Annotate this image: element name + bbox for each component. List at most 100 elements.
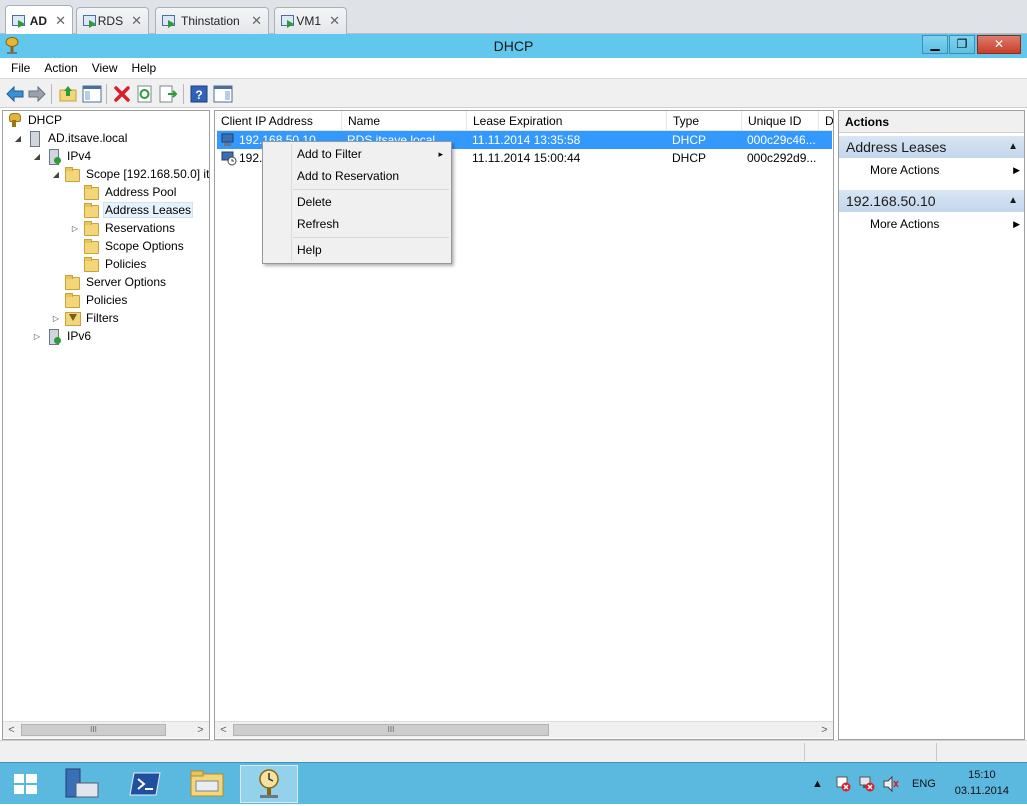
file-explorer-icon (190, 770, 224, 797)
vm-tab-label: AD (29, 13, 48, 28)
tree-node-address-pool[interactable]: Address Pool (83, 183, 178, 201)
tree-node-scope-policies[interactable]: Policies (83, 255, 148, 273)
server-manager-icon (65, 768, 99, 798)
action-center-icon[interactable] (834, 775, 852, 793)
tree-node-label: Server Options (86, 275, 167, 289)
minimize-button[interactable]: ▁ (922, 35, 948, 54)
powershell-taskbar-button[interactable] (116, 765, 174, 803)
cell-uid: 000c292d9... (747, 151, 817, 165)
dhcp-icon (6, 112, 22, 128)
tree-node-reservations[interactable]: ▷ Reservations (70, 219, 177, 237)
tree-node-policies[interactable]: Policies (64, 291, 129, 309)
folder-icon (83, 256, 99, 272)
vm-icon (281, 14, 295, 28)
help-icon[interactable]: ? (188, 83, 210, 105)
list-horizontal-scrollbar[interactable]: < III > (215, 721, 833, 738)
back-arrow-icon[interactable] (4, 83, 26, 105)
maximize-button[interactable]: ❐ (949, 35, 975, 54)
server-manager-taskbar-button[interactable] (54, 765, 112, 803)
menu-item-delete[interactable]: Delete (297, 192, 447, 212)
collapse-section-icon[interactable]: ▲ (1008, 136, 1018, 158)
collapse-icon[interactable]: ◢ (51, 170, 61, 179)
menu-item-refresh[interactable]: Refresh (297, 214, 447, 234)
vm-tab-rds[interactable]: RDS ✕ (76, 7, 149, 34)
vm-tab-thinstation[interactable]: Thinstation ✕ (155, 7, 269, 34)
tree-node-address-leases[interactable]: Address Leases (83, 201, 194, 219)
forward-arrow-icon[interactable] (26, 83, 48, 105)
dhcp-taskbar-button[interactable] (240, 765, 298, 803)
action-pane-icon[interactable] (212, 83, 234, 105)
console-tree[interactable]: DHCP ◢ AD.itsave.local ◢ IPv4 ◢ Scope [1… (2, 110, 210, 740)
actions-section-selected-lease[interactable]: 192.168.50.10 ▲ (839, 190, 1024, 212)
scroll-right-icon[interactable]: > (816, 722, 833, 738)
close-tab-icon[interactable]: ✕ (131, 13, 142, 29)
cell-type: DHCP (672, 133, 707, 147)
tree-node-server[interactable]: ◢ AD.itsave.local (13, 129, 129, 147)
folder-icon (64, 292, 80, 308)
file-explorer-taskbar-button[interactable] (178, 765, 236, 803)
export-list-icon[interactable] (157, 83, 179, 105)
show-hidden-icons-button[interactable]: ▲ (812, 763, 823, 805)
tree-node-filters[interactable]: ▷ Filters (51, 309, 121, 327)
up-folder-icon[interactable] (57, 83, 79, 105)
taskbar-clock[interactable]: 15:10 03.11.2014 (955, 767, 1009, 799)
expand-icon[interactable]: ▷ (32, 332, 42, 341)
window-title-bar[interactable]: DHCP ▁ ❐ ✕ (0, 34, 1027, 58)
delete-icon[interactable] (111, 83, 133, 105)
menu-item-add-to-reservation[interactable]: Add to Reservation (297, 166, 447, 186)
menu-file[interactable]: File (4, 61, 37, 75)
window-title: DHCP (493, 38, 534, 54)
menu-view[interactable]: View (85, 61, 125, 75)
more-actions-item[interactable]: More Actions ▶ (870, 161, 1020, 179)
scroll-thumb[interactable]: III (233, 724, 549, 736)
column-header-description[interactable]: D (819, 111, 833, 131)
tree-node-label: Filters (86, 311, 119, 325)
network-icon[interactable] (858, 775, 876, 793)
scroll-left-icon[interactable]: < (3, 722, 20, 738)
input-language-indicator[interactable]: ENG (912, 763, 936, 805)
list-header: Client IP Address Name Lease Expiration … (215, 111, 833, 131)
scroll-left-icon[interactable]: < (215, 722, 232, 738)
column-header-type[interactable]: Type (667, 111, 742, 131)
column-header-unique-id[interactable]: Unique ID (742, 111, 819, 131)
refresh-icon[interactable] (134, 83, 156, 105)
tree-node-ipv4[interactable]: ◢ IPv4 (32, 147, 93, 165)
tree-horizontal-scrollbar[interactable]: < III > (3, 721, 209, 738)
close-tab-icon[interactable]: ✕ (329, 13, 340, 29)
clock-date: 03.11.2014 (954, 785, 1009, 797)
scroll-thumb[interactable]: III (21, 724, 166, 736)
menu-action[interactable]: Action (37, 61, 84, 75)
powershell-icon (129, 772, 161, 796)
tree-node-scope[interactable]: ◢ Scope [192.168.50.0] itsa (51, 165, 209, 183)
close-tab-icon[interactable]: ✕ (55, 13, 66, 29)
show-hide-tree-icon[interactable] (81, 83, 103, 105)
scroll-right-icon[interactable]: > (192, 722, 209, 738)
close-tab-icon[interactable]: ✕ (251, 13, 262, 29)
column-header-lease-expiration[interactable]: Lease Expiration (467, 111, 667, 131)
vm-tab-ad[interactable]: AD ✕ (5, 5, 73, 35)
tree-node-scope-options[interactable]: Scope Options (83, 237, 186, 255)
vm-tab-vm1[interactable]: VM1 ✕ (274, 7, 347, 34)
menu-item-help[interactable]: Help (297, 240, 447, 260)
menu-separator (293, 189, 449, 190)
actions-title: Actions (839, 111, 1024, 133)
column-header-client-ip[interactable]: Client IP Address (215, 111, 342, 131)
collapse-icon[interactable]: ◢ (32, 152, 42, 161)
expand-icon[interactable]: ▷ (70, 224, 80, 233)
collapse-section-icon[interactable]: ▲ (1008, 190, 1018, 212)
expand-icon[interactable]: ▷ (51, 314, 61, 323)
collapse-icon[interactable]: ◢ (13, 134, 23, 143)
menu-help[interactable]: Help (125, 61, 164, 75)
more-actions-item[interactable]: More Actions ▶ (870, 215, 1020, 233)
tree-node-server-options[interactable]: Server Options (64, 273, 168, 291)
vm-tab-label: VM1 (296, 14, 322, 28)
section-title: Address Leases (846, 139, 947, 155)
tree-node-ipv6[interactable]: ▷ IPv6 (32, 327, 93, 345)
volume-muted-icon[interactable] (882, 775, 900, 793)
menu-item-add-to-filter[interactable]: Add to Filter ▸ (297, 144, 447, 164)
close-button[interactable]: ✕ (977, 35, 1021, 54)
column-header-name[interactable]: Name (342, 111, 467, 131)
actions-section-address-leases[interactable]: Address Leases ▲ (839, 136, 1024, 158)
tree-node-dhcp[interactable]: DHCP (6, 111, 64, 129)
start-button[interactable] (0, 765, 52, 803)
